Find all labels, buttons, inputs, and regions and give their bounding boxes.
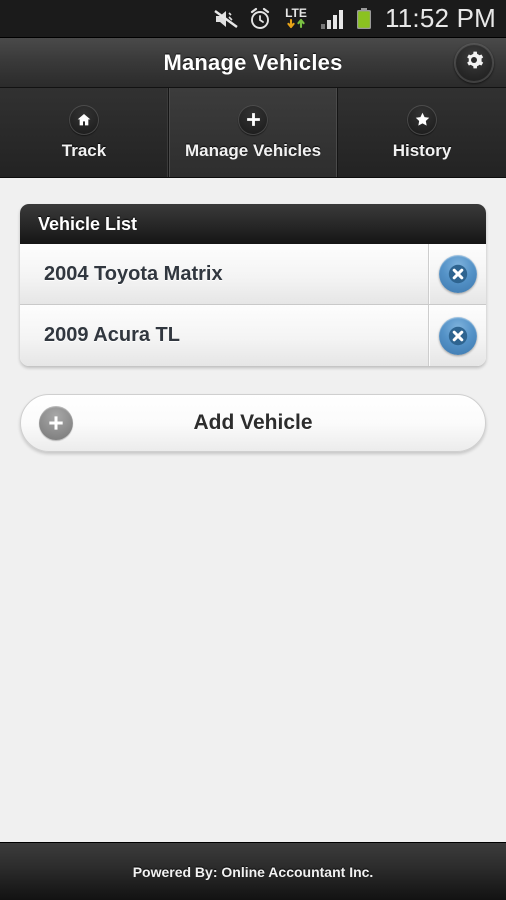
main-content: Vehicle List 2004 Toyota Matrix 2009 Acu… bbox=[0, 178, 506, 842]
vehicle-list-header: Vehicle List bbox=[20, 204, 486, 244]
footer-text: Powered By: Online Accountant Inc. bbox=[132, 863, 374, 880]
tab-track[interactable]: Track bbox=[0, 88, 169, 177]
close-circle-icon bbox=[438, 316, 477, 355]
vehicle-name[interactable]: 2004 Toyota Matrix bbox=[20, 244, 428, 304]
battery-icon bbox=[355, 7, 373, 31]
mute-vibrate-icon bbox=[213, 8, 239, 30]
delete-vehicle-button[interactable] bbox=[428, 244, 486, 304]
add-vehicle-label: Add Vehicle bbox=[193, 411, 313, 434]
home-icon bbox=[69, 104, 99, 135]
footer-bar: Powered By: Online Accountant Inc. bbox=[0, 842, 506, 900]
star-icon bbox=[407, 104, 437, 135]
status-bar: LTE 11:52 PM bbox=[0, 0, 506, 38]
tab-manage-vehicles[interactable]: Manage Vehicles bbox=[169, 88, 338, 177]
tab-bar: Track Manage Vehicles History bbox=[0, 88, 506, 178]
add-vehicle-button[interactable]: Add Vehicle bbox=[20, 394, 486, 452]
vehicle-name[interactable]: 2009 Acura TL bbox=[20, 305, 428, 366]
table-row[interactable]: 2004 Toyota Matrix bbox=[20, 244, 486, 305]
table-row[interactable]: 2009 Acura TL bbox=[20, 305, 486, 366]
gear-icon bbox=[464, 50, 484, 75]
tab-history-label: History bbox=[392, 140, 452, 160]
svg-text:LTE: LTE bbox=[285, 6, 307, 20]
vehicle-list-card: Vehicle List 2004 Toyota Matrix 2009 Acu… bbox=[20, 204, 486, 366]
tab-manage-vehicles-label: Manage Vehicles bbox=[184, 140, 322, 160]
plus-icon bbox=[238, 104, 268, 135]
status-time: 11:52 PM bbox=[385, 3, 496, 33]
title-bar: Manage Vehicles bbox=[0, 38, 506, 88]
plus-circle-icon bbox=[39, 406, 73, 440]
vehicle-list-title: Vehicle List bbox=[38, 213, 138, 234]
settings-button[interactable] bbox=[454, 42, 494, 83]
tab-history[interactable]: History bbox=[338, 88, 506, 177]
signal-bars-icon bbox=[320, 8, 346, 30]
close-circle-icon bbox=[438, 255, 477, 293]
tab-track-label: Track bbox=[61, 140, 107, 160]
page-title: Manage Vehicles bbox=[163, 49, 343, 75]
alarm-clock-icon bbox=[248, 7, 272, 31]
lte-data-icon: LTE bbox=[281, 4, 311, 34]
delete-vehicle-button[interactable] bbox=[428, 305, 486, 366]
